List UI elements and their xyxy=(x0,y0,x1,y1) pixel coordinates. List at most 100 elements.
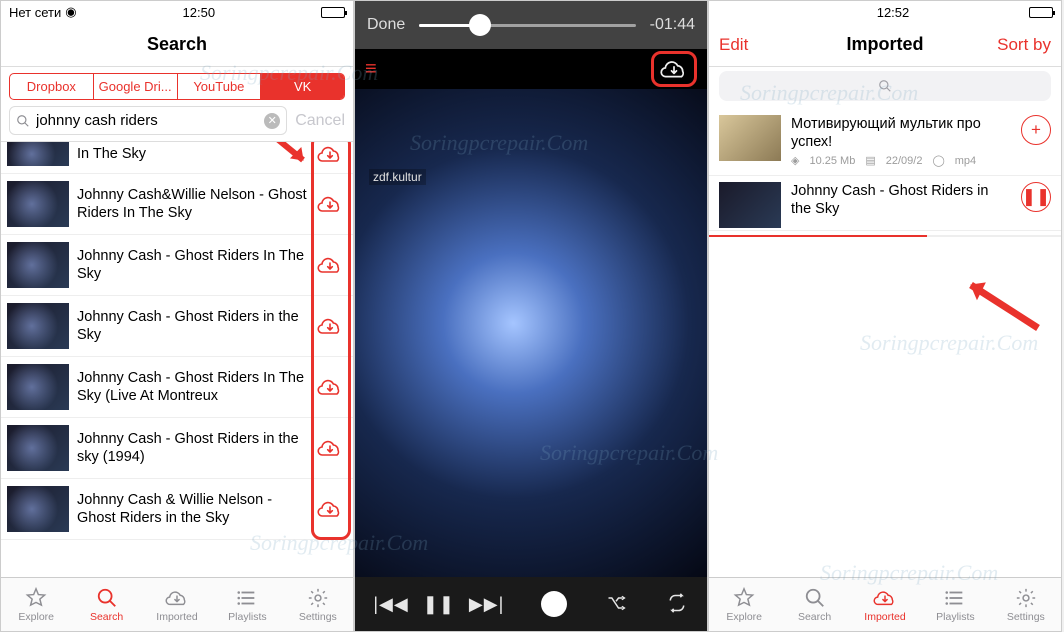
download-icon[interactable] xyxy=(317,192,343,216)
page-title: Imported xyxy=(846,34,923,55)
player-controls: |◀◀ ❚❚ ▶▶| xyxy=(355,577,707,631)
download-icon[interactable] xyxy=(317,436,343,460)
download-icon[interactable] xyxy=(317,253,343,277)
wifi-icon: ◈ xyxy=(791,155,799,169)
video-thumbnail xyxy=(7,303,69,349)
result-row[interactable]: Johnny Cash - Ghost Riders in the Sky xyxy=(1,296,353,357)
video-thumbnail xyxy=(719,115,781,161)
menu-icon[interactable]: ≡ xyxy=(365,58,377,81)
tab-explore[interactable]: Explore xyxy=(1,578,71,631)
clock: 12:50 xyxy=(183,5,216,20)
imported-item[interactable]: Мотивирующий мультик про успех! ◈ 10.25 … xyxy=(709,109,1061,176)
imported-item[interactable]: Johnny Cash - Ghost Riders in the Sky ❚❚ xyxy=(709,176,1061,231)
wifi-icon: ◉ xyxy=(65,4,76,20)
video-thumbnail xyxy=(7,364,69,410)
scrubber-knob[interactable] xyxy=(469,14,491,36)
tab-google-drive[interactable]: Google Dri... xyxy=(94,74,178,99)
result-title: Johnny Cash - Ghost Riders in the sky (1… xyxy=(77,430,309,466)
item-title: Johnny Cash - Ghost Riders in the Sky xyxy=(791,182,1011,218)
tab-explore[interactable]: Explore xyxy=(709,578,779,631)
edit-button[interactable]: Edit xyxy=(719,35,748,55)
video-thumbnail xyxy=(7,425,69,471)
download-icon[interactable] xyxy=(317,497,343,521)
annotation-highlight xyxy=(651,51,697,87)
result-title: Johnny Cash & Willie Nelson - Ghost Ride… xyxy=(77,491,309,527)
tab-imported[interactable]: Imported xyxy=(142,578,212,631)
carrier-text: Нет сети xyxy=(9,5,61,20)
shuffle-icon[interactable] xyxy=(604,593,628,616)
tab-bar: Explore Search Imported Playlists Settin… xyxy=(1,577,353,631)
player-sub-bar: ≡ xyxy=(355,49,707,89)
search-field[interactable]: ✕ xyxy=(9,106,287,135)
result-title: Johnny Cash - Ghost Riders In The Sky xyxy=(77,247,309,283)
download-icon[interactable] xyxy=(317,314,343,338)
result-row[interactable]: Johnny Cash&Willie Nelson - Ghost Riders… xyxy=(1,174,353,235)
scrubber[interactable] xyxy=(419,24,635,27)
header: Search xyxy=(1,23,353,67)
clock: 12:52 xyxy=(877,5,910,20)
next-icon[interactable]: ▶▶| xyxy=(469,594,504,615)
video-thumbnail xyxy=(7,181,69,227)
tab-dropbox[interactable]: Dropbox xyxy=(10,74,94,99)
tab-settings[interactable]: Settings xyxy=(283,578,353,631)
results-list: In The Sky Johnny Cash&Willie Nelson - G… xyxy=(1,141,353,577)
cancel-button[interactable]: Cancel xyxy=(295,112,345,130)
video-artwork: zdf.kultur xyxy=(355,89,707,577)
tab-imported[interactable]: Imported xyxy=(850,578,920,631)
format-icon: ◯ xyxy=(932,155,944,169)
result-row[interactable]: Johnny Cash - Ghost Riders In The Sky (L… xyxy=(1,357,353,418)
result-row[interactable]: In The Sky xyxy=(1,142,353,174)
download-cloud-icon[interactable] xyxy=(658,56,690,82)
result-title: Johnny Cash - Ghost Riders in the Sky xyxy=(77,308,309,344)
video-thumbnail xyxy=(7,242,69,288)
pause-button[interactable]: ❚❚ xyxy=(1021,182,1051,212)
tab-playlists[interactable]: Playlists xyxy=(212,578,282,631)
tab-playlists[interactable]: Playlists xyxy=(920,578,990,631)
download-progress xyxy=(709,235,1061,237)
download-icon[interactable] xyxy=(317,142,343,166)
video-thumbnail xyxy=(7,142,69,166)
video-thumbnail xyxy=(7,486,69,532)
item-date: 22/09/2 xyxy=(886,155,923,169)
calendar-icon: ▤ xyxy=(865,155,875,169)
battery-icon xyxy=(1029,7,1053,18)
tab-vk[interactable]: VK xyxy=(261,74,344,99)
search-input[interactable] xyxy=(36,112,258,129)
imported-list: Мотивирующий мультик про успех! ◈ 10.25 … xyxy=(709,109,1061,237)
battery-icon xyxy=(321,7,345,18)
search-icon xyxy=(16,114,30,128)
tab-youtube[interactable]: YouTube xyxy=(178,74,262,99)
search-field[interactable] xyxy=(719,71,1051,101)
tab-bar: Explore Search Imported Playlists Settin… xyxy=(709,577,1061,631)
result-row[interactable]: Johnny Cash - Ghost Riders In The Sky xyxy=(1,235,353,296)
result-row[interactable]: Johnny Cash & Willie Nelson - Ghost Ride… xyxy=(1,479,353,540)
video-thumbnail xyxy=(719,182,781,228)
source-tabs: Dropbox Google Dri... YouTube VK xyxy=(9,73,345,100)
channel-tag: zdf.kultur xyxy=(369,169,426,185)
item-size: 10.25 Mb xyxy=(809,155,855,169)
tab-search[interactable]: Search xyxy=(71,578,141,631)
loop-icon[interactable] xyxy=(665,593,689,616)
item-title: Мотивирующий мультик про успех! xyxy=(791,115,1011,151)
clear-icon[interactable]: ✕ xyxy=(264,113,280,129)
sort-button[interactable]: Sort by xyxy=(997,35,1051,55)
status-bar: 12:52 xyxy=(709,1,1061,23)
player-top-bar: Done -01:44 xyxy=(355,1,707,49)
pause-icon[interactable]: ❚❚ xyxy=(423,594,455,615)
result-title: In The Sky xyxy=(77,145,309,163)
result-row[interactable]: Johnny Cash - Ghost Riders in the sky (1… xyxy=(1,418,353,479)
tab-search[interactable]: Search xyxy=(779,578,849,631)
download-icon[interactable] xyxy=(317,375,343,399)
result-title: Johnny Cash&Willie Nelson - Ghost Riders… xyxy=(77,186,309,222)
tab-settings[interactable]: Settings xyxy=(991,578,1061,631)
prev-icon[interactable]: |◀◀ xyxy=(373,594,408,615)
result-title: Johnny Cash - Ghost Riders In The Sky (L… xyxy=(77,369,309,405)
imported-screen: 12:52 Edit Imported Sort by Мотивирующий… xyxy=(708,0,1062,632)
status-bar: Нет сети ◉ 12:50 xyxy=(1,1,353,23)
time-remaining: -01:44 xyxy=(650,16,695,34)
done-button[interactable]: Done xyxy=(367,16,405,34)
add-button[interactable]: + xyxy=(1021,115,1051,145)
airplay-icon[interactable] xyxy=(541,591,567,617)
item-format: mp4 xyxy=(955,155,976,169)
header: Edit Imported Sort by xyxy=(709,23,1061,67)
